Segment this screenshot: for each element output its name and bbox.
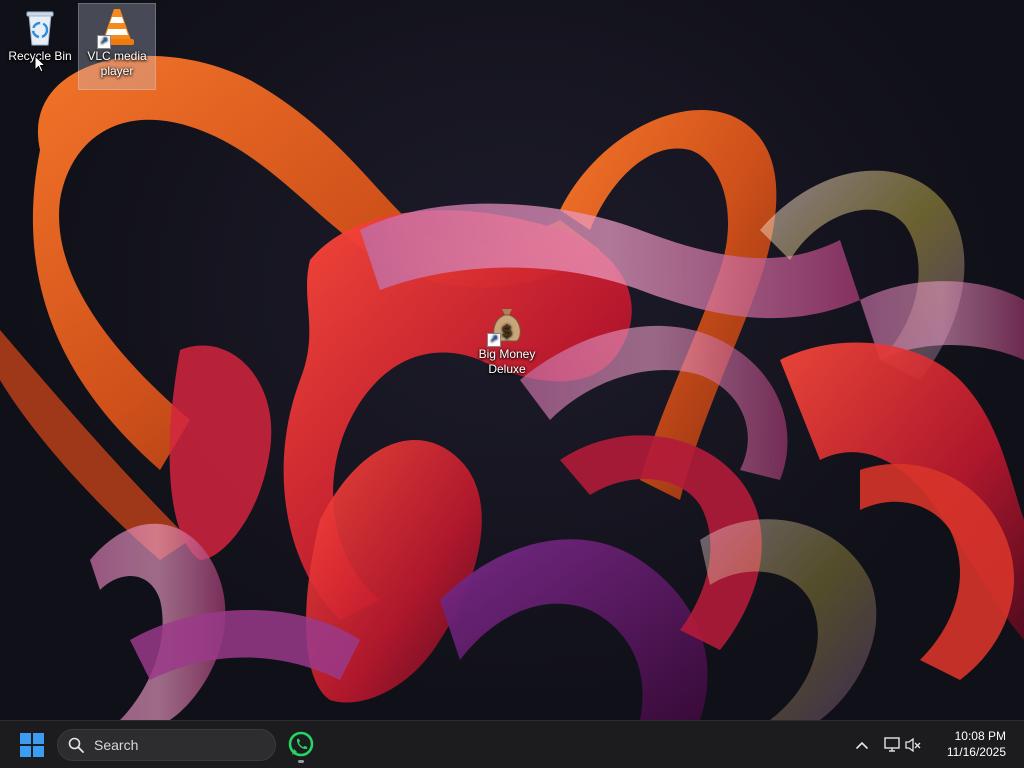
money-bag-icon: $ ↗ [487,305,527,347]
taskbar-app-whatsapp[interactable] [284,727,318,763]
vlc-cone-icon: ↗ [97,7,137,49]
start-button[interactable] [14,729,50,761]
network-icon [884,737,900,752]
taskbar-search-box[interactable]: Search [57,729,276,761]
volume-muted-icon [905,737,921,753]
desktop-icon-label: Big Money Deluxe [478,347,536,376]
clock-time: 10:08 PM [954,729,1006,743]
mouse-cursor-icon [34,55,46,73]
taskbar: Search 10:08 PM 11/16/2025 [0,720,1024,768]
search-icon [68,737,84,753]
windows-logo-icon [20,733,44,757]
whatsapp-icon [288,731,314,757]
recycle-bin-icon [20,7,60,47]
svg-text:$: $ [501,321,512,340]
search-label: Search [94,737,139,753]
taskbar-clock[interactable]: 10:08 PM 11/16/2025 [947,728,1006,760]
chevron-up-icon [856,741,868,749]
desktop-icon-vlc[interactable]: ↗ VLC media player [78,3,156,90]
desktop-icon-big-money-deluxe[interactable]: $ ↗ Big Money Deluxe [469,302,545,384]
show-hidden-icons-button[interactable] [850,729,874,761]
running-indicator [298,760,304,763]
quick-settings-button[interactable] [880,729,924,761]
desktop-icon-label: VLC media player [87,49,147,78]
clock-date: 11/16/2025 [946,745,1006,759]
shortcut-arrow-icon: ↗ [487,333,501,347]
desktop[interactable]: Recycle Bin ↗ VLC media player $ ↗ Big M… [0,0,1024,720]
shortcut-arrow-icon: ↗ [97,35,111,49]
